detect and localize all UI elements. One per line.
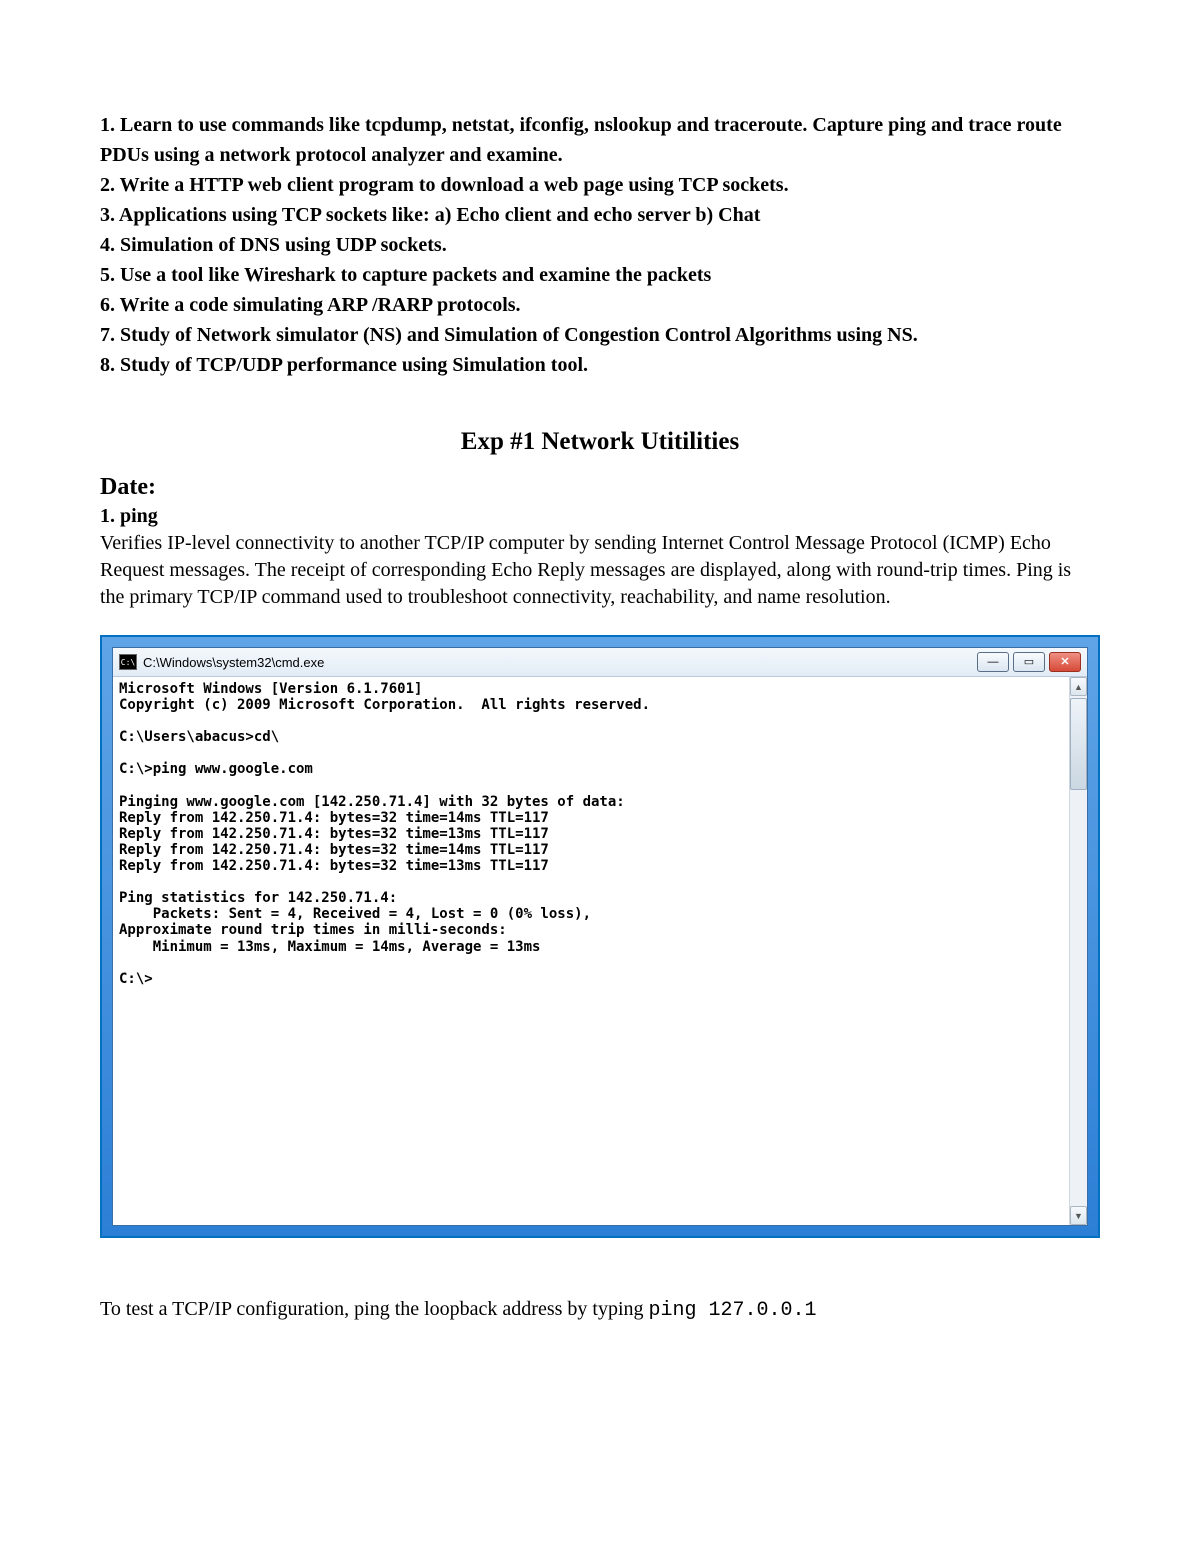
close-button[interactable]: ✕ — [1049, 652, 1081, 672]
experiment-item: 2. Write a HTTP web client program to do… — [100, 170, 1100, 200]
console-area: Microsoft Windows [Version 6.1.7601] Cop… — [113, 677, 1087, 1225]
scroll-up-button[interactable]: ▲ — [1070, 677, 1087, 696]
minimize-button[interactable]: — — [977, 652, 1009, 672]
date-label: Date: — [100, 474, 1100, 501]
ping-heading: 1. ping — [100, 505, 1100, 528]
vertical-scrollbar[interactable]: ▲ ▼ — [1069, 677, 1087, 1225]
footer-note: To test a TCP/IP configuration, ping the… — [100, 1298, 1100, 1322]
console-output[interactable]: Microsoft Windows [Version 6.1.7601] Cop… — [113, 677, 1087, 1225]
cmd-app-icon: C:\ — [119, 654, 137, 670]
experiment-list: 1. Learn to use commands like tcpdump, n… — [100, 110, 1100, 380]
cmd-window: C:\ C:\Windows\system32\cmd.exe — ▭ ✕ Mi… — [112, 647, 1088, 1226]
document-page: 1. Learn to use commands like tcpdump, n… — [0, 0, 1200, 1553]
experiment-item: 3. Applications using TCP sockets like: … — [100, 200, 1100, 230]
scroll-thumb[interactable] — [1070, 698, 1087, 790]
cmd-title-text: C:\Windows\system32\cmd.exe — [143, 655, 324, 670]
experiment-item: 1. Learn to use commands like tcpdump, n… — [100, 110, 1100, 170]
maximize-button[interactable]: ▭ — [1013, 652, 1045, 672]
experiment-heading: Exp #1 Network Utitilities — [100, 428, 1100, 456]
cmd-window-frame: C:\ C:\Windows\system32\cmd.exe — ▭ ✕ Mi… — [100, 635, 1100, 1238]
experiment-item: 8. Study of TCP/UDP performance using Si… — [100, 350, 1100, 380]
footer-text: To test a TCP/IP configuration, ping the… — [100, 1298, 649, 1320]
experiment-item: 4. Simulation of DNS using UDP sockets. — [100, 230, 1100, 260]
ping-description: Verifies IP-level connectivity to anothe… — [100, 530, 1100, 611]
scroll-down-button[interactable]: ▼ — [1070, 1206, 1087, 1225]
cmd-titlebar[interactable]: C:\ C:\Windows\system32\cmd.exe — ▭ ✕ — [113, 648, 1087, 677]
experiment-item: 7. Study of Network simulator (NS) and S… — [100, 320, 1100, 350]
experiment-item: 6. Write a code simulating ARP /RARP pro… — [100, 290, 1100, 320]
footer-code: ping 127.0.0.1 — [649, 1299, 817, 1322]
experiment-item: 5. Use a tool like Wireshark to capture … — [100, 260, 1100, 290]
